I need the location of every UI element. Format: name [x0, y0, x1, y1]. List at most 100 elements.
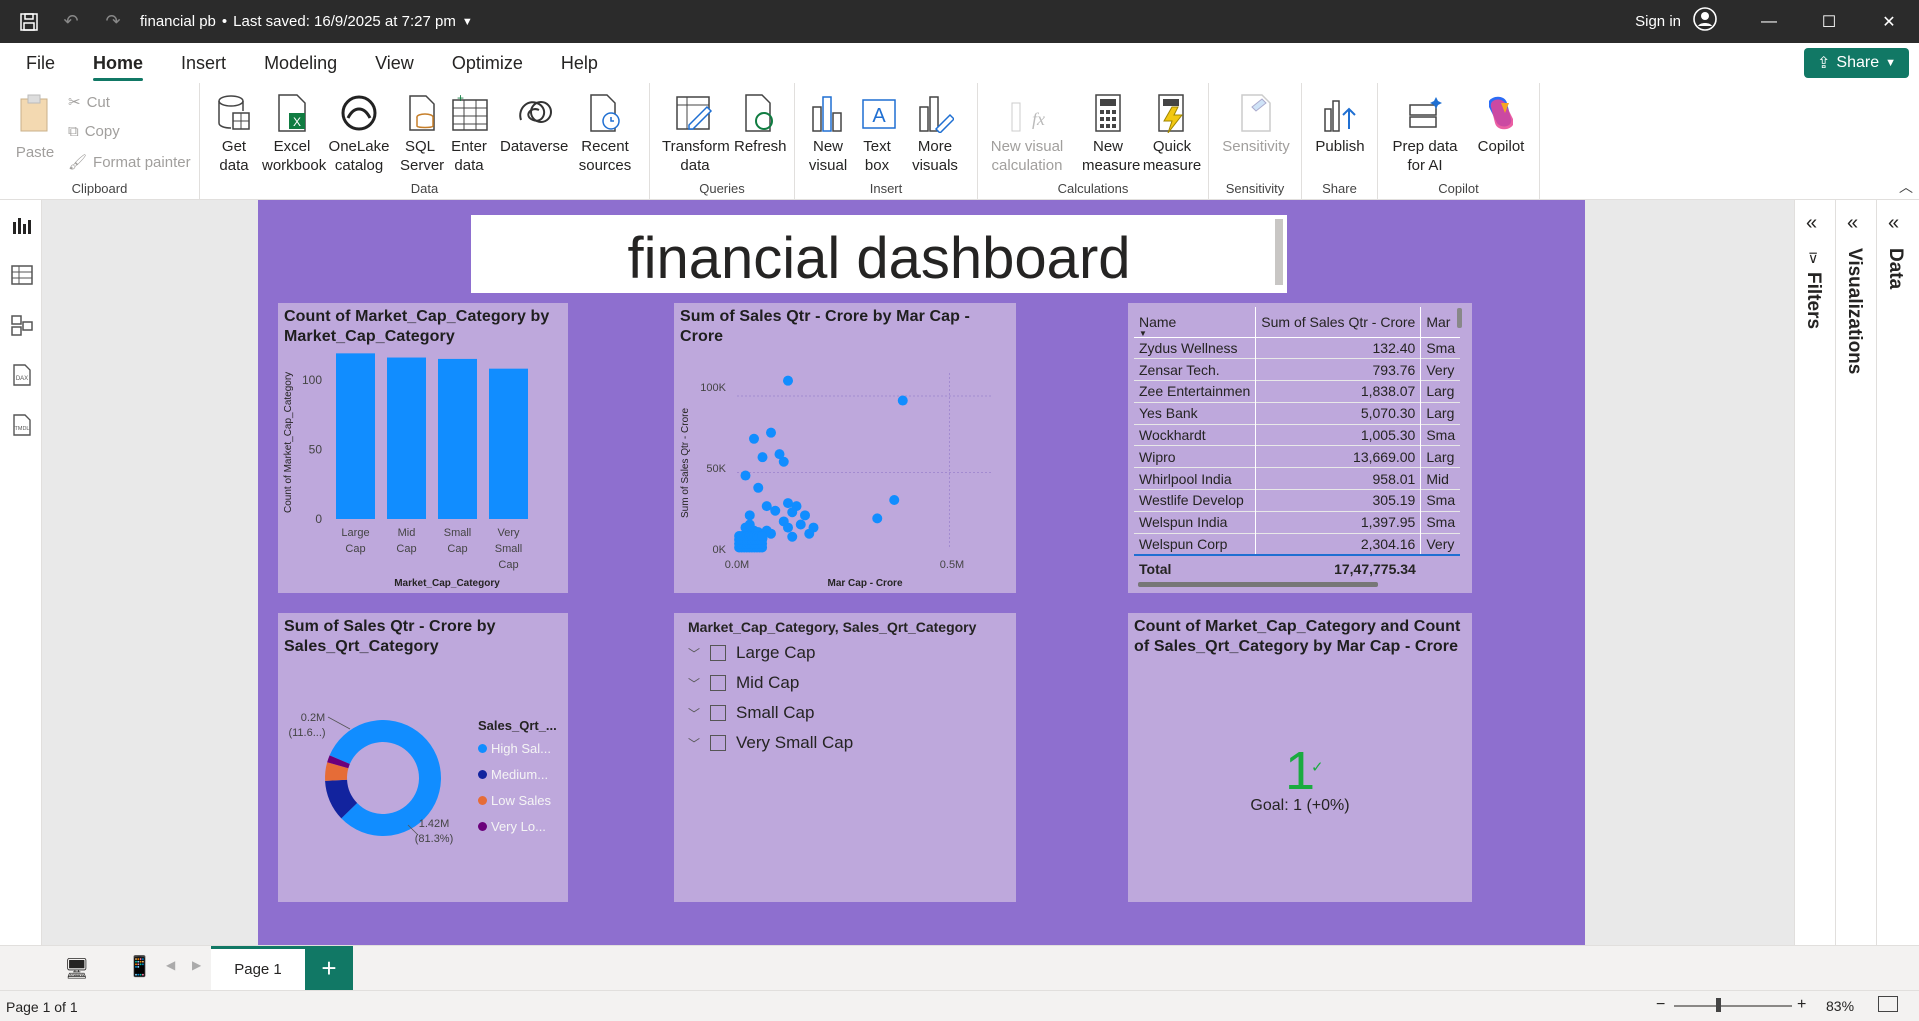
zoom-in-button[interactable]: + — [1797, 996, 1806, 1014]
table-row[interactable]: Welspun Corp 2,304.16 Very — [1134, 533, 1461, 555]
table-row[interactable]: Zydus Wellness 132.40 Sma — [1134, 337, 1461, 359]
donut-chart-visual[interactable]: Sum of Sales Qtr - Crore by Sales_Qrt_Ca… — [278, 613, 568, 902]
maximize-button[interactable]: ☐ — [1799, 0, 1859, 43]
publish-button[interactable]: Publish — [1310, 91, 1370, 156]
kpi-visual[interactable]: Count of Market_Cap_Category and Count o… — [1128, 613, 1472, 902]
menu-file[interactable]: File — [26, 43, 55, 83]
slicer-item-small-cap[interactable]: ﹀ Small Cap — [688, 703, 814, 723]
format-painter-button[interactable]: 🖌 Format painter — [68, 153, 191, 172]
visualizations-pane[interactable]: « Visualizations — [1835, 200, 1876, 945]
chevron-down-icon[interactable]: ﹀ — [688, 735, 700, 752]
close-button[interactable]: ✕ — [1859, 0, 1919, 43]
column-header-name[interactable]: Name ▼ — [1134, 307, 1256, 338]
table-row[interactable]: Wockhardt 1,005.30 Sma — [1134, 424, 1461, 446]
slicer-checkbox[interactable] — [710, 705, 727, 721]
zoom-slider[interactable] — [1674, 1005, 1792, 1007]
desktop-layout-icon[interactable]: 🖥 — [64, 956, 89, 981]
account-icon[interactable] — [1693, 7, 1717, 36]
menu-home[interactable]: Home — [93, 43, 144, 83]
enter-data-button[interactable]: + Enter data — [448, 91, 490, 175]
table-view-icon[interactable] — [11, 264, 33, 286]
slicer-item-large-cap[interactable]: ﹀ Large Cap — [688, 643, 815, 663]
redo-icon[interactable]: ↷ — [100, 9, 126, 35]
slicer-checkbox[interactable] — [710, 675, 727, 691]
chevron-down-icon[interactable]: ﹀ — [688, 645, 700, 662]
expand-chevron-icon[interactable]: « — [1847, 212, 1858, 235]
table-horizontal-scrollbar[interactable] — [1138, 582, 1378, 587]
table-row[interactable]: Zensar Tech. 793.76 Very — [1134, 358, 1461, 381]
column-header-marcap[interactable]: Mar — [1420, 307, 1461, 337]
minimize-button[interactable]: — — [1739, 0, 1799, 43]
menu-optimize[interactable]: Optimize — [452, 43, 523, 83]
chevron-down-icon[interactable]: ﹀ — [688, 675, 700, 692]
refresh-button[interactable]: Refresh — [734, 91, 787, 156]
new-measure-button[interactable]: New measure — [1082, 91, 1140, 175]
sign-in-link[interactable]: Sign in — [1635, 13, 1681, 30]
next-page-icon[interactable]: ▶ — [192, 958, 201, 972]
copilot-button[interactable]: Copilot — [1470, 91, 1532, 156]
legend-item-very-low-sales[interactable]: Very Lo... — [478, 819, 546, 834]
add-page-button[interactable]: + — [305, 946, 353, 990]
table-vertical-scrollbar[interactable] — [1457, 308, 1462, 328]
slicer-item-mid-cap[interactable]: ﹀ Mid Cap — [688, 673, 799, 693]
paste-button[interactable]: Paste — [12, 91, 58, 162]
table-row[interactable]: Yes Bank 5,070.30 Larg — [1134, 402, 1461, 425]
copy-button[interactable]: ⧉ Copy — [68, 123, 120, 140]
menu-modeling[interactable]: Modeling — [264, 43, 337, 83]
legend-item-high-sales[interactable]: High Sal... — [478, 741, 551, 756]
document-title[interactable]: financial pb • Last saved: 16/9/2025 at … — [140, 13, 473, 30]
get-data-button[interactable]: Get data — [212, 91, 256, 175]
table-row[interactable]: Wipro 13,669.00 Larg — [1134, 445, 1461, 468]
zoom-out-button[interactable]: − — [1656, 996, 1665, 1014]
slicer-item-very-small-cap[interactable]: ﹀ Very Small Cap — [688, 733, 853, 753]
table-row[interactable]: Westlife Develop 305.19 Sma — [1134, 489, 1461, 512]
sql-server-button[interactable]: SQL Server — [400, 91, 444, 175]
mobile-layout-icon[interactable]: 📱 — [127, 954, 152, 979]
menu-view[interactable]: View — [375, 43, 414, 83]
transform-data-button[interactable]: Transform data — [662, 91, 730, 175]
zoom-slider-thumb[interactable] — [1716, 998, 1721, 1012]
legend-item-low-sales[interactable]: Low Sales — [478, 793, 551, 808]
collapse-ribbon-icon[interactable]: ︿ — [1899, 177, 1913, 197]
dataverse-button[interactable]: Dataverse — [500, 91, 568, 156]
bar-chart-visual[interactable]: Count of Market_Cap_Category by Market_C… — [278, 303, 568, 593]
table-row[interactable]: Zee Entertainmen 1,838.07 Larg — [1134, 380, 1461, 403]
textbox-scrollbar[interactable] — [1275, 219, 1283, 285]
excel-workbook-button[interactable]: X Excel workbook — [262, 91, 326, 175]
expand-chevron-icon[interactable]: « — [1806, 212, 1817, 235]
dax-query-view-icon[interactable]: DAX — [11, 364, 33, 386]
menu-help[interactable]: Help — [561, 43, 598, 83]
onelake-catalog-button[interactable]: OneLake catalog — [328, 91, 390, 175]
new-visual-button[interactable]: New visual — [805, 91, 851, 175]
undo-icon[interactable]: ↶ — [58, 9, 84, 35]
text-box-button[interactable]: A Text box — [857, 91, 897, 175]
table-row[interactable]: Welspun India 1,397.95 Sma — [1134, 511, 1461, 534]
model-view-icon[interactable] — [11, 314, 33, 336]
slicer-checkbox[interactable] — [710, 645, 727, 661]
fit-to-page-icon[interactable] — [1878, 996, 1898, 1012]
title-textbox[interactable]: financial dashboard — [471, 215, 1287, 293]
scatter-chart-visual[interactable]: Sum of Sales Qtr - Crore by Mar Cap - Cr… — [674, 303, 1016, 593]
more-visuals-button[interactable]: More visuals — [905, 91, 965, 175]
slicer-visual[interactable]: Market_Cap_Category, Sales_Qrt_Category … — [674, 613, 1016, 902]
slicer-checkbox[interactable] — [710, 735, 727, 751]
share-button[interactable]: ⇪ Share ▼ — [1804, 48, 1909, 78]
previous-page-icon[interactable]: ◀ — [166, 958, 175, 972]
recent-sources-button[interactable]: Recent sources — [570, 91, 640, 175]
table-row[interactable]: Whirlpool India 958.01 Mid — [1134, 467, 1461, 490]
expand-chevron-icon[interactable]: « — [1888, 212, 1899, 235]
data-pane[interactable]: « Data — [1876, 200, 1917, 945]
page-tab-1[interactable]: Page 1 — [211, 946, 305, 990]
tmdl-view-icon[interactable]: TMDL — [11, 414, 33, 436]
prep-data-for-ai-button[interactable]: Prep data for AI — [1388, 91, 1462, 175]
new-visual-calculation-button[interactable]: fx New visual calculation — [986, 91, 1068, 175]
chevron-down-icon[interactable]: ﹀ — [688, 705, 700, 722]
report-view-icon[interactable] — [11, 214, 33, 236]
quick-measure-button[interactable]: Quick measure — [1142, 91, 1202, 175]
sensitivity-button[interactable]: Sensitivity — [1217, 91, 1295, 156]
column-header-sales[interactable]: Sum of Sales Qtr - Crore — [1255, 307, 1421, 337]
legend-item-medium-sales[interactable]: Medium... — [478, 767, 548, 782]
cut-button[interactable]: ✂ Cut — [68, 93, 110, 112]
menu-insert[interactable]: Insert — [181, 43, 226, 83]
filters-pane[interactable]: « ⊽ Filters — [1794, 200, 1835, 945]
